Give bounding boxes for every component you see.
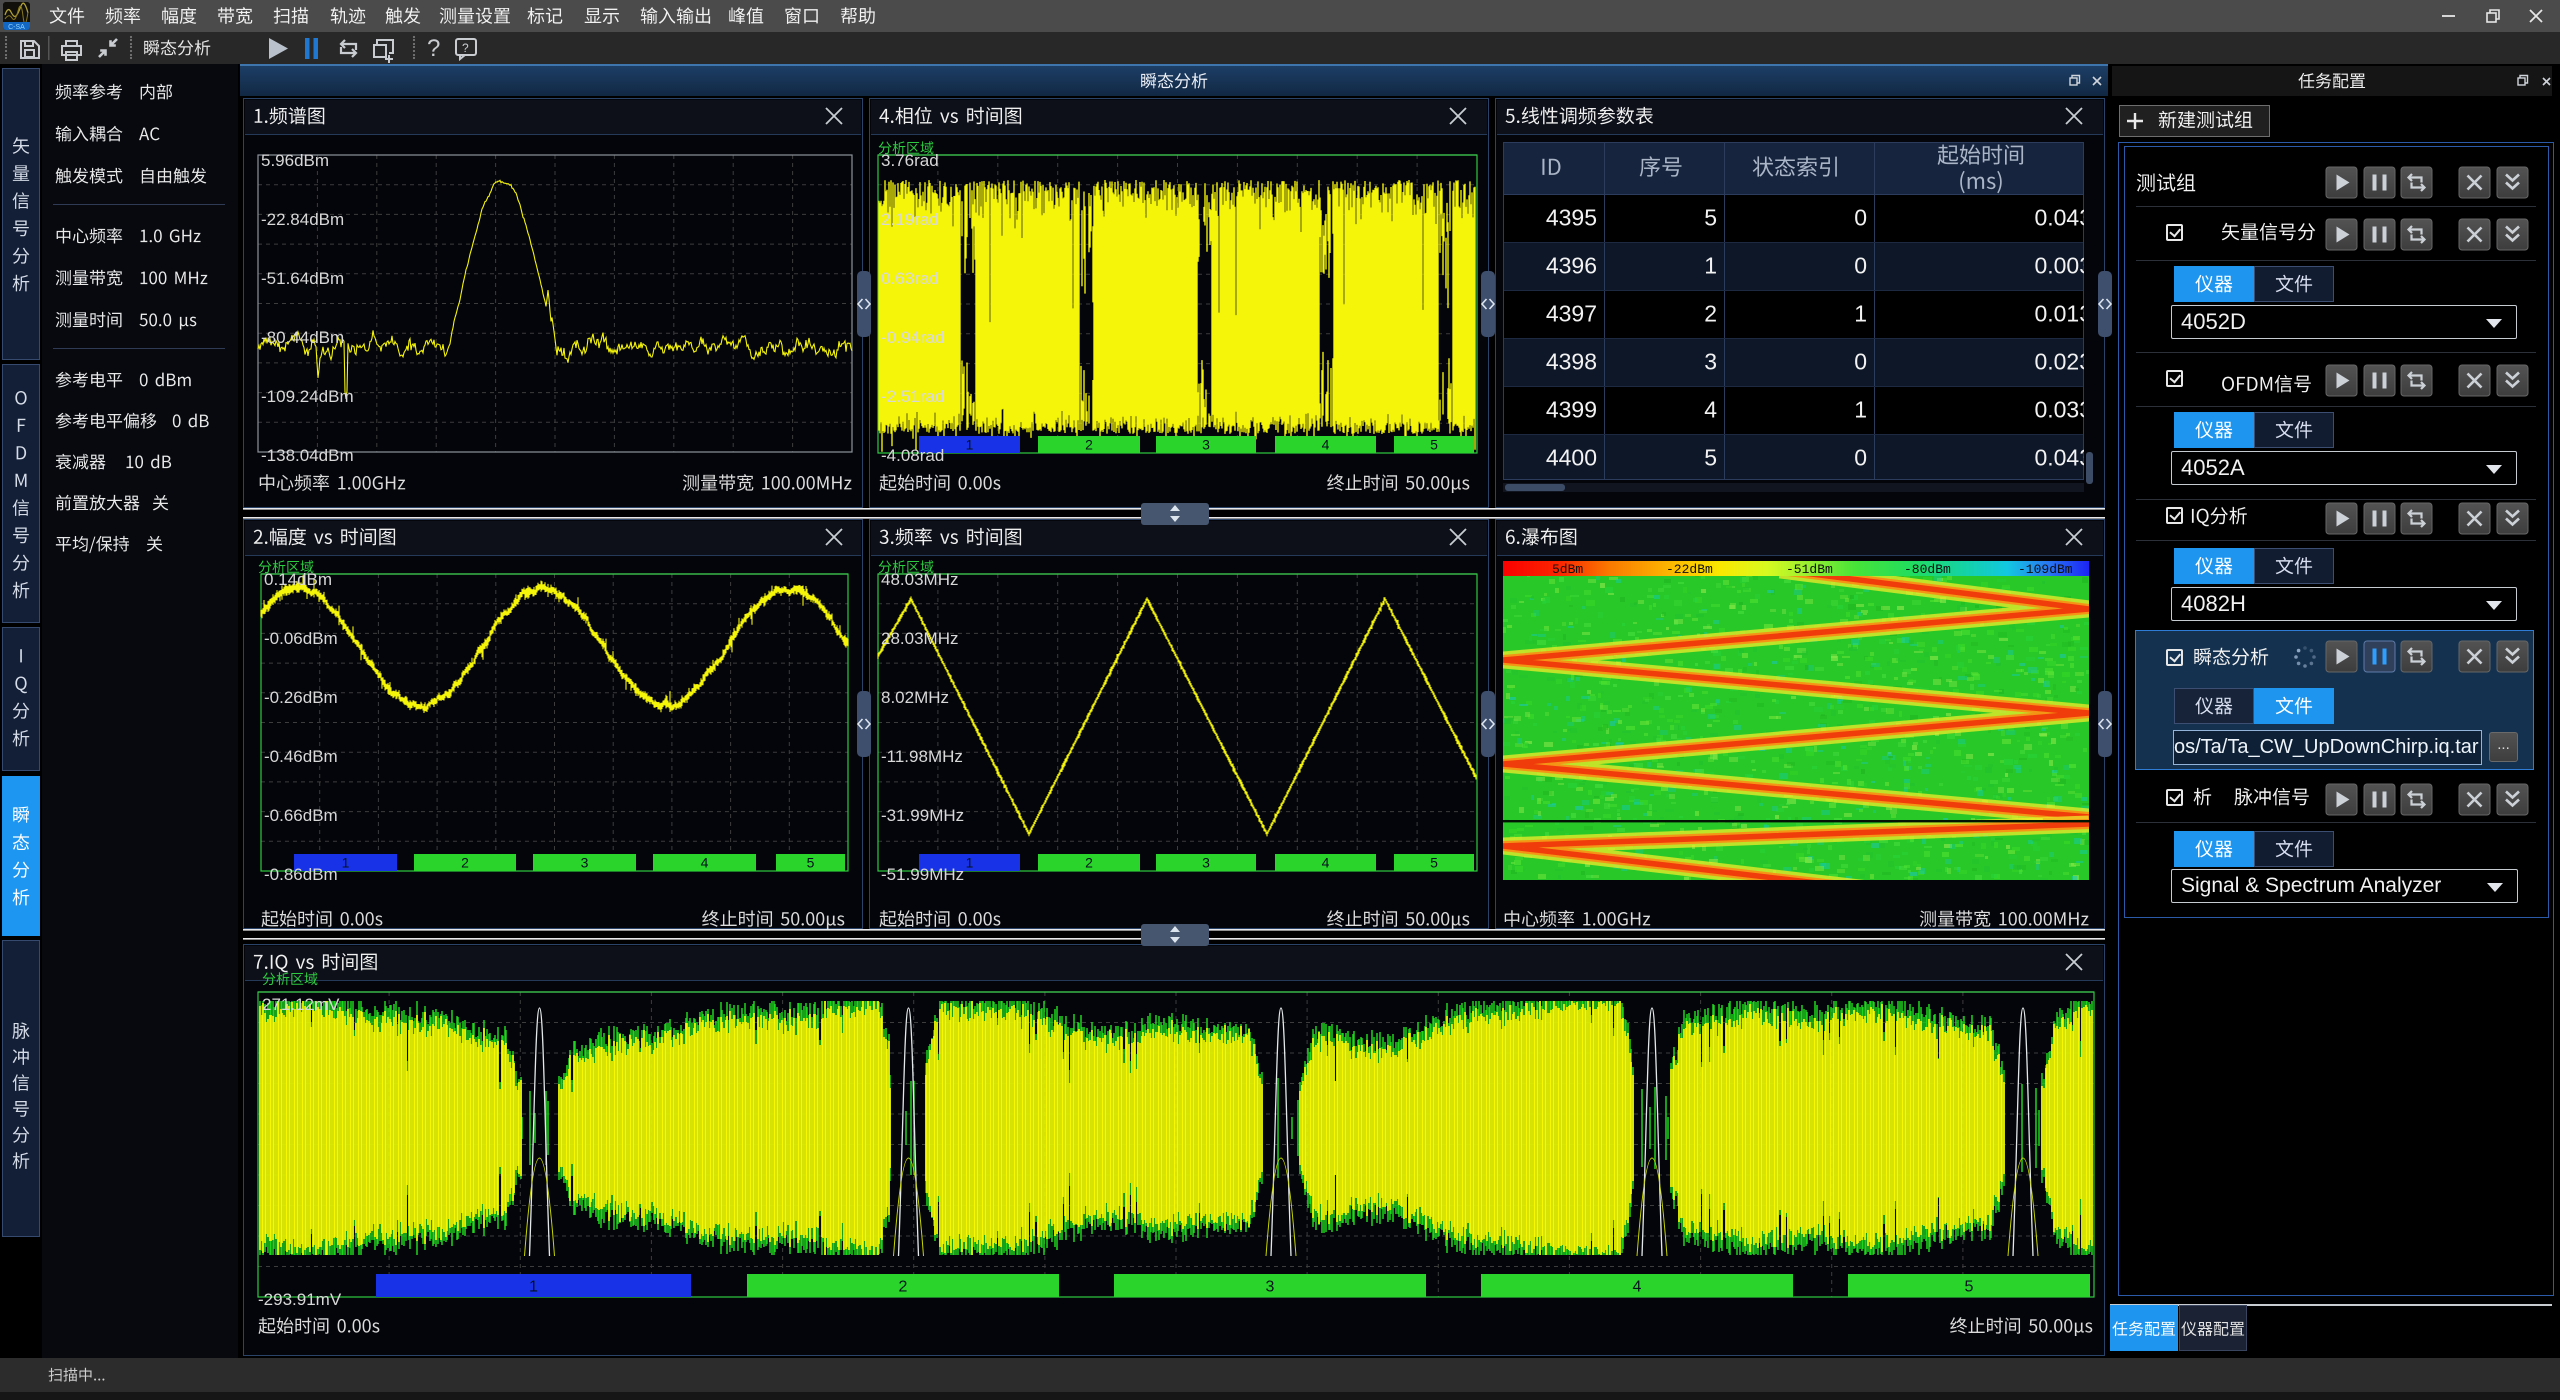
svg-text:C-SA: C-SA — [8, 24, 25, 30]
